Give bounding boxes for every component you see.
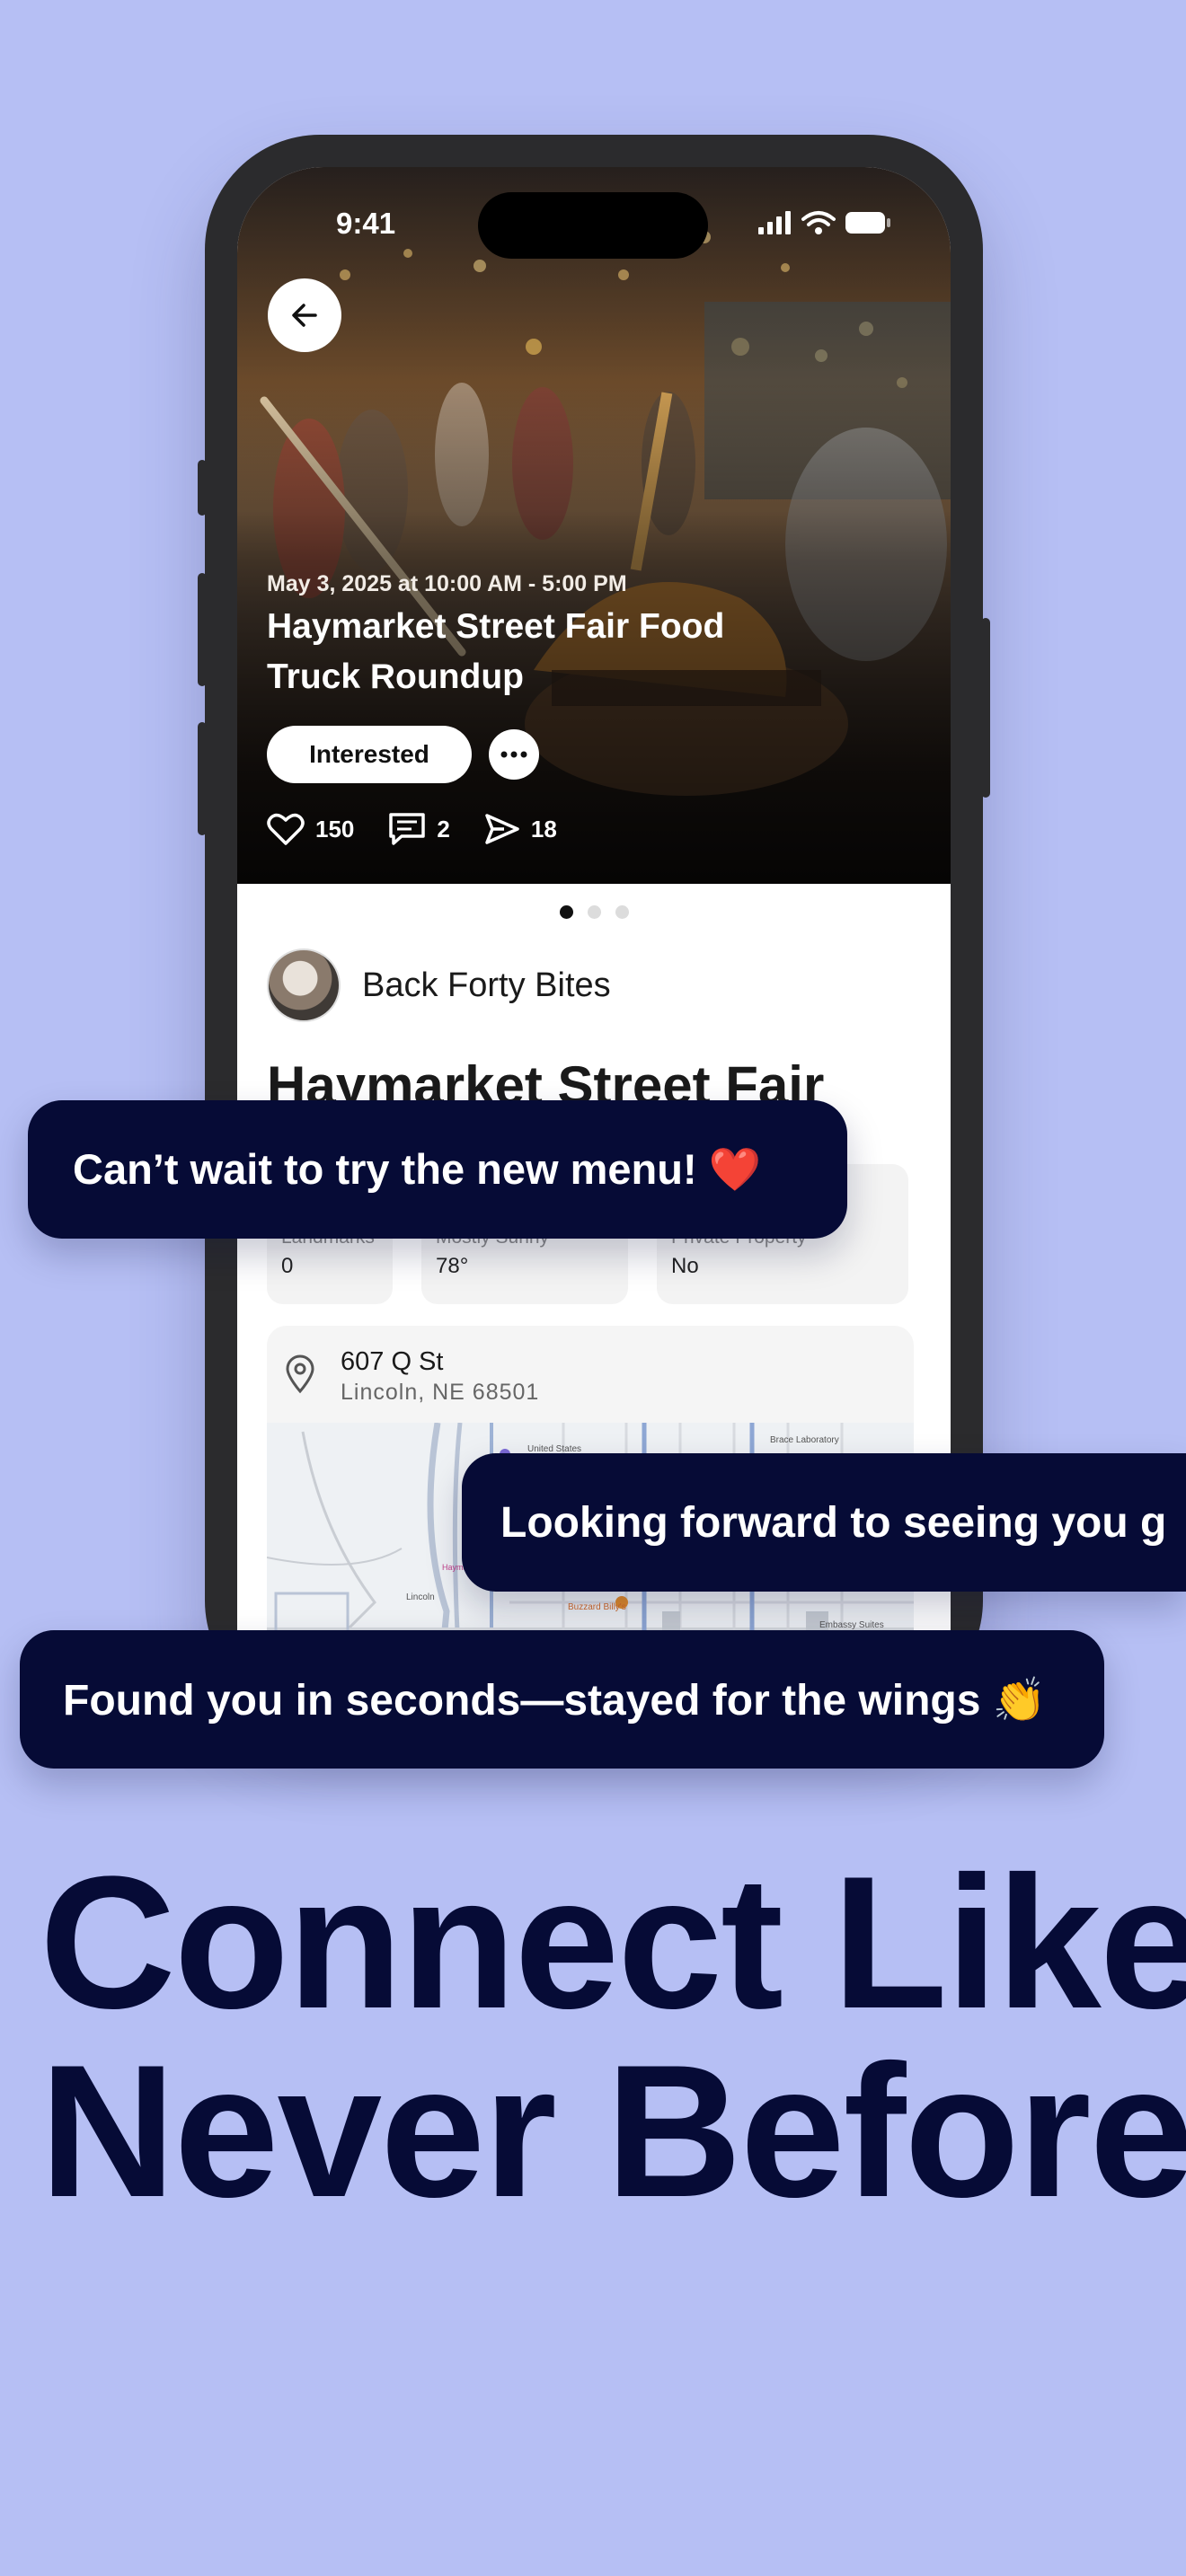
carousel-dot-1[interactable]: [559, 905, 573, 919]
share-count: 18: [530, 815, 557, 842]
map-label: Buzzard Billy's: [568, 1602, 626, 1612]
headline-line2: Never Before: [40, 2025, 1186, 2236]
heart-icon: [267, 813, 305, 845]
chat-bubble-seeing-you: Looking forward to seeing you g: [462, 1453, 1186, 1592]
author-avatar[interactable]: [267, 948, 341, 1022]
cellular-signal-icon: [758, 211, 791, 234]
address-city: Lincoln, NE 68501: [341, 1380, 540, 1405]
status-icons: [758, 210, 891, 235]
address-street: 607 Q St: [341, 1347, 444, 1376]
ellipsis-icon: [500, 751, 527, 758]
arrow-left-icon: [292, 304, 317, 327]
info-value: No: [671, 1254, 699, 1278]
event-title: Haymarket Street Fair Food Truck Roundup: [267, 602, 770, 702]
comment-button[interactable]: 2: [388, 812, 450, 846]
map-label: Embassy Suites: [819, 1620, 884, 1630]
promo-headline: Connect Like Never Before: [40, 1837, 1186, 2236]
location-pin-icon: [286, 1354, 314, 1394]
action-button: [198, 460, 207, 516]
event-title-line1: Haymarket Street Fair Food: [267, 607, 725, 646]
send-icon: [485, 814, 519, 844]
info-value: 0: [281, 1254, 294, 1278]
share-button[interactable]: 18: [484, 813, 557, 845]
like-button[interactable]: 150: [267, 812, 354, 846]
interested-button[interactable]: Interested: [267, 726, 472, 783]
wifi-icon: [801, 211, 836, 234]
event-hero-image: 9:41 May 3, 2025 at 10:00 AM - 5:00 PM H…: [237, 167, 951, 884]
carousel-dot-2[interactable]: [587, 905, 601, 919]
like-count: 150: [315, 815, 355, 842]
comment-count: 2: [437, 815, 450, 842]
power-button: [981, 618, 990, 798]
map-label: Brace Laboratory: [770, 1435, 839, 1445]
chat-bubble-wings: Found you in seconds—stayed for the wing…: [20, 1630, 1104, 1769]
volume-down-button: [198, 722, 207, 835]
author-row[interactable]: Back Forty Bites: [267, 948, 611, 1022]
headline-line1: Connect Like: [40, 1837, 1186, 2048]
carousel-indicator[interactable]: [237, 905, 951, 919]
engagement-stats: 150 2 18: [267, 812, 591, 846]
author-name[interactable]: Back Forty Bites: [362, 966, 611, 1005]
event-date: May 3, 2025 at 10:00 AM - 5:00 PM: [267, 571, 627, 596]
carousel-dot-3[interactable]: [615, 905, 629, 919]
comment-icon: [389, 813, 426, 845]
more-options-button[interactable]: [489, 729, 539, 780]
battery-icon: [845, 212, 890, 234]
status-time: 9:41: [336, 207, 396, 240]
event-title-line2: Truck Roundup: [267, 657, 524, 696]
info-value: 78°: [436, 1254, 469, 1278]
dynamic-island: [478, 192, 708, 259]
volume-up-button: [198, 573, 207, 686]
map-label: Lincoln: [406, 1592, 435, 1602]
chat-bubble-menu: Can’t wait to try the new menu! ❤️: [28, 1100, 847, 1239]
back-button[interactable]: [268, 278, 341, 352]
